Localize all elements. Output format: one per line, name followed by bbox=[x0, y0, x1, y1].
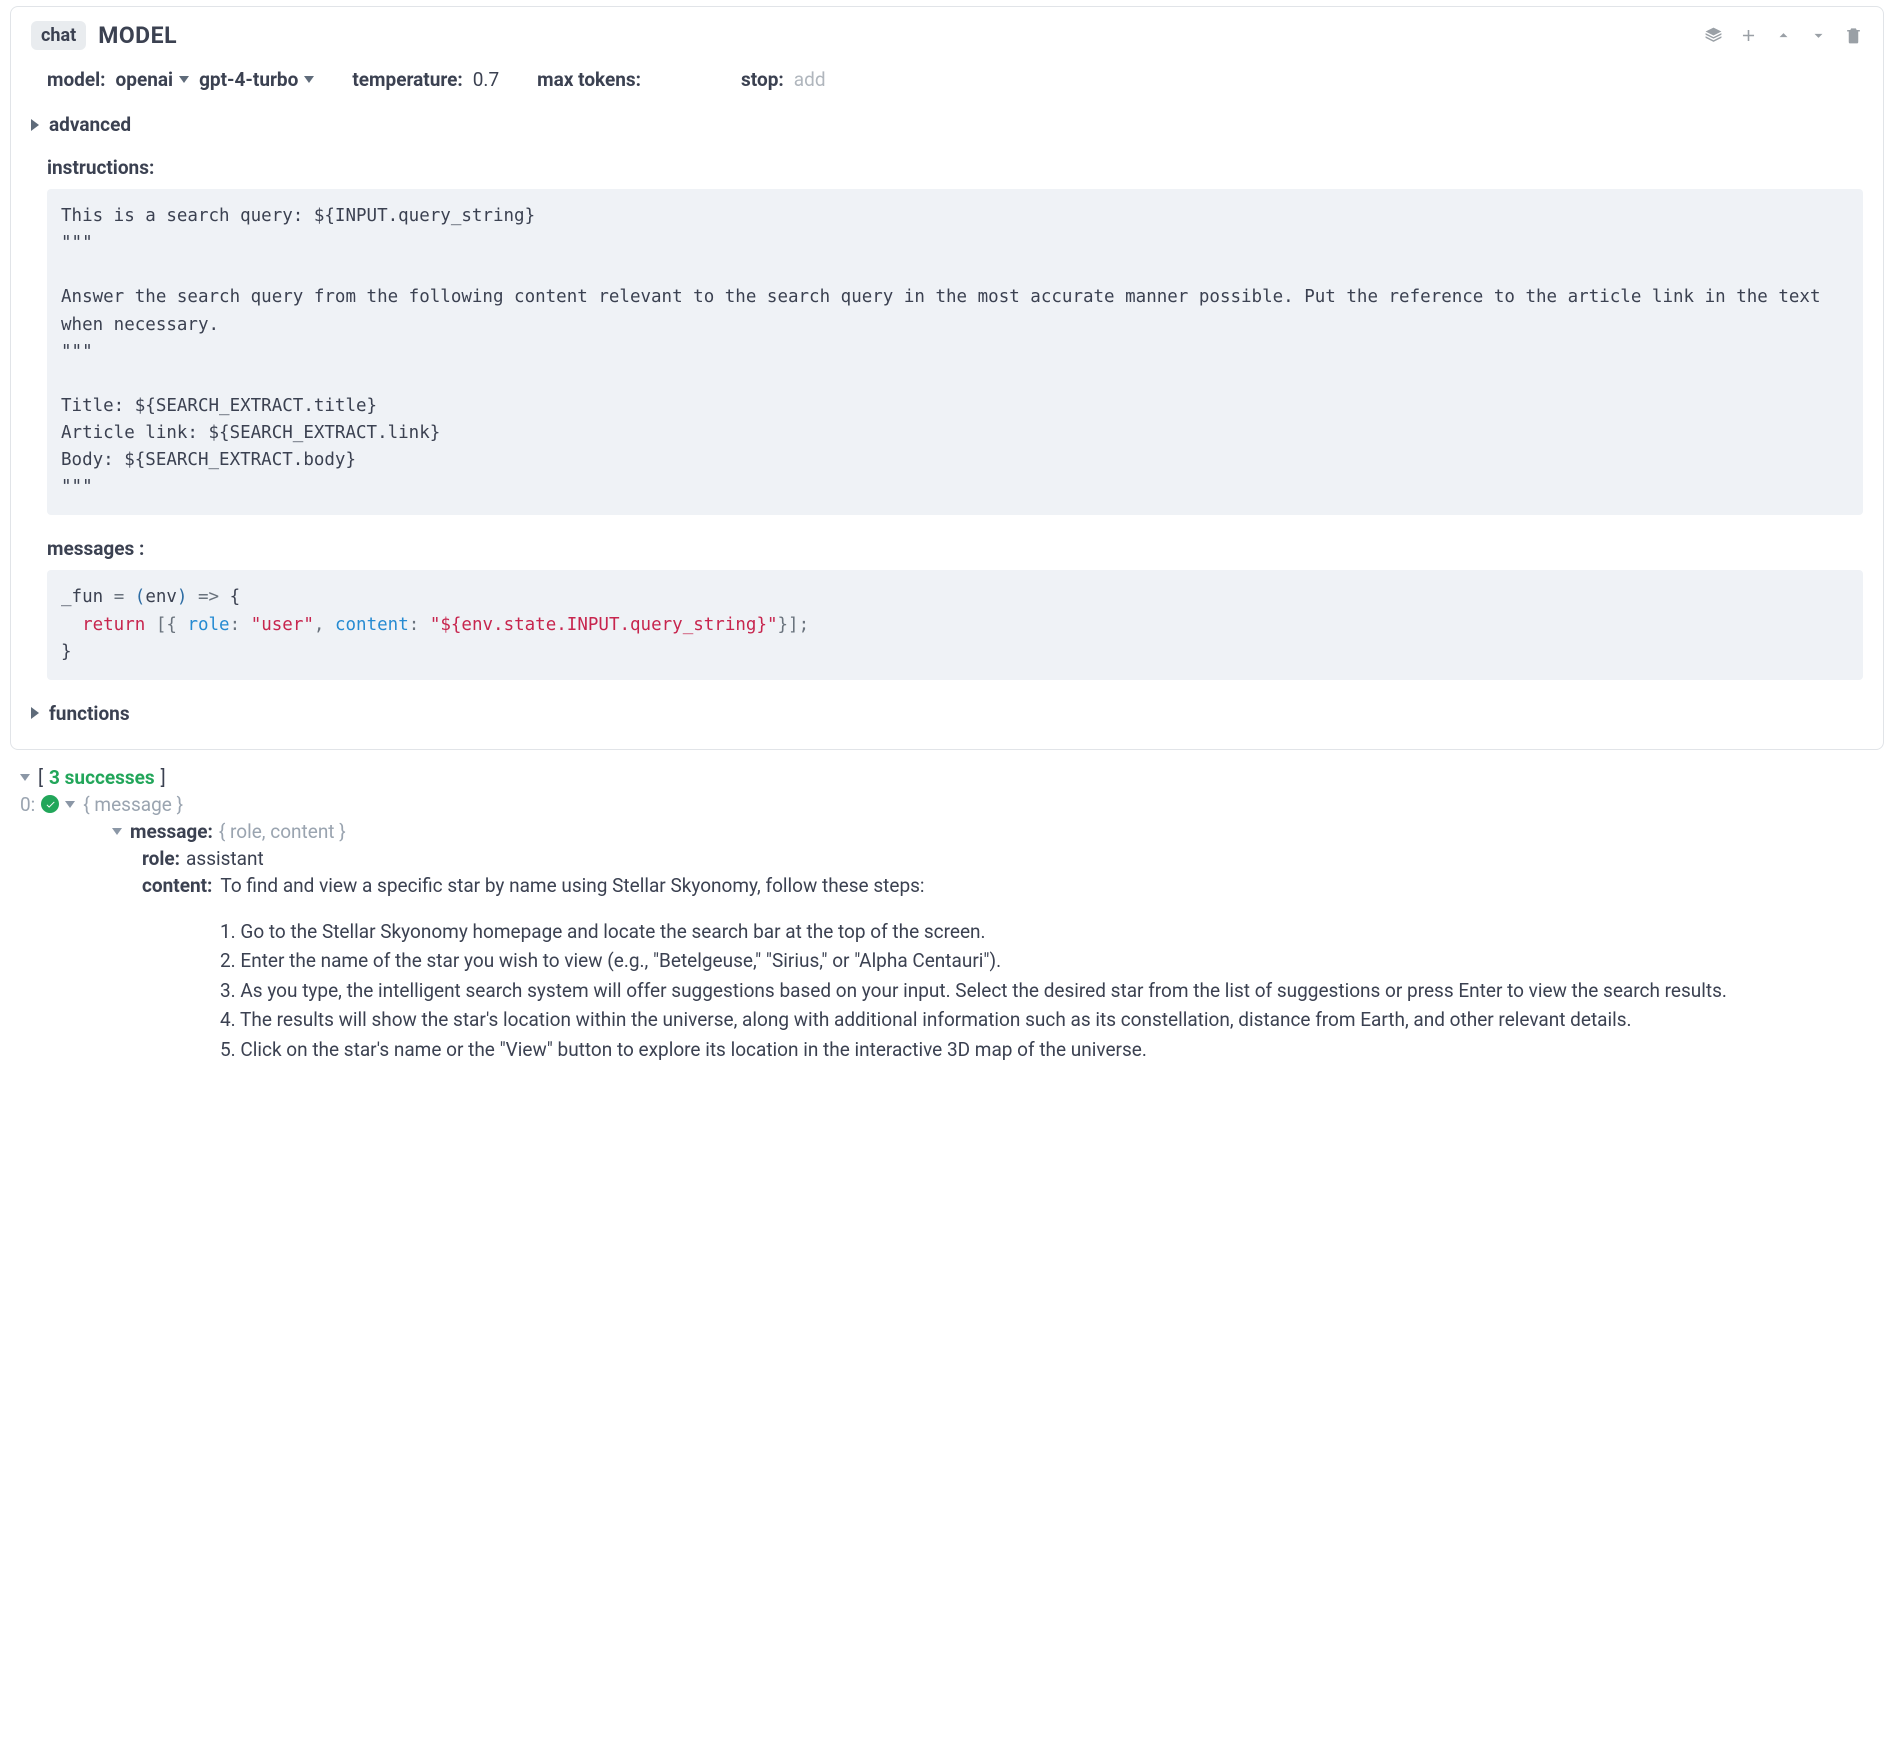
content-step: 4. The results will show the star's loca… bbox=[220, 1005, 1864, 1034]
model-label: model: bbox=[47, 68, 106, 91]
stop-input[interactable] bbox=[794, 68, 844, 91]
instructions-code[interactable]: This is a search query: ${INPUT.query_st… bbox=[47, 189, 1863, 515]
success-check-icon bbox=[41, 795, 59, 813]
content-step: 1. Go to the Stellar Skyonomy homepage a… bbox=[220, 917, 1864, 946]
message-label: message: bbox=[130, 820, 213, 843]
chevron-right-icon bbox=[31, 707, 39, 719]
advanced-label: advanced bbox=[49, 113, 131, 136]
chevron-down-icon[interactable] bbox=[1809, 26, 1828, 45]
max-tokens-label: max tokens: bbox=[537, 68, 641, 91]
chevron-down-icon bbox=[20, 774, 30, 781]
provider-value: openai bbox=[116, 68, 174, 91]
role-row: role: assistant bbox=[20, 847, 1874, 870]
layers-icon[interactable] bbox=[1704, 26, 1723, 45]
message-row[interactable]: message: { role, content } bbox=[20, 820, 1874, 843]
content-step: 5. Click on the star's name or the "View… bbox=[220, 1035, 1864, 1064]
block-title: MODEL bbox=[98, 22, 177, 49]
block-toolbar bbox=[1704, 26, 1863, 45]
bracket-close: ] bbox=[161, 766, 166, 789]
model-select[interactable]: gpt-4-turbo bbox=[199, 68, 314, 91]
result-row-0[interactable]: 0: { message } bbox=[20, 793, 1874, 816]
chevron-down-icon bbox=[179, 76, 189, 83]
role-value: assistant bbox=[186, 847, 264, 870]
chevron-down-icon bbox=[112, 828, 122, 835]
results-summary[interactable]: [ 3 successes ] bbox=[20, 766, 1874, 789]
instructions-label: instructions: bbox=[31, 156, 1863, 179]
chevron-down-icon bbox=[304, 76, 314, 83]
block-type-chip: chat bbox=[31, 21, 86, 50]
plus-icon[interactable] bbox=[1739, 26, 1758, 45]
messages-code[interactable]: _fun = (env) => { return [{ role: "user"… bbox=[47, 570, 1863, 679]
model-block: chat MODEL model: openai bbox=[10, 6, 1884, 750]
results-panel: [ 3 successes ] 0: { message } message: … bbox=[0, 750, 1894, 1094]
content-step: 2. Enter the name of the star you wish t… bbox=[220, 946, 1864, 975]
content-step: 3. As you type, the intelligent search s… bbox=[220, 976, 1864, 1005]
chevron-right-icon bbox=[31, 119, 39, 131]
success-count: 3 successes bbox=[49, 766, 155, 789]
provider-select[interactable]: openai bbox=[116, 68, 190, 91]
temperature-value[interactable]: 0.7 bbox=[473, 68, 499, 91]
content-label: content: bbox=[142, 874, 212, 897]
bracket-open: [ bbox=[38, 766, 43, 789]
content-body: 1. Go to the Stellar Skyonomy homepage a… bbox=[20, 917, 1874, 1064]
advanced-toggle[interactable]: advanced bbox=[31, 113, 1863, 136]
content-intro: To find and view a specific star by name… bbox=[220, 874, 924, 897]
message-keys: { role, content } bbox=[219, 820, 346, 843]
model-value: gpt-4-turbo bbox=[199, 68, 298, 91]
role-label: role: bbox=[142, 847, 180, 870]
chevron-down-icon bbox=[65, 801, 75, 808]
messages-label: messages : bbox=[31, 537, 1863, 560]
result-index: 0: bbox=[20, 793, 35, 816]
stop-label: stop: bbox=[741, 68, 784, 91]
params-row: model: openai gpt-4-turbo temperature: 0… bbox=[31, 68, 1863, 91]
chevron-up-icon[interactable] bbox=[1774, 26, 1793, 45]
content-row: content: To find and view a specific sta… bbox=[20, 874, 1874, 897]
functions-label: functions bbox=[49, 702, 130, 725]
functions-toggle[interactable]: functions bbox=[31, 702, 1863, 725]
block-header: chat MODEL bbox=[31, 21, 1863, 50]
trash-icon[interactable] bbox=[1844, 26, 1863, 45]
result-keys: { message } bbox=[83, 793, 183, 816]
temperature-label: temperature: bbox=[352, 68, 462, 91]
